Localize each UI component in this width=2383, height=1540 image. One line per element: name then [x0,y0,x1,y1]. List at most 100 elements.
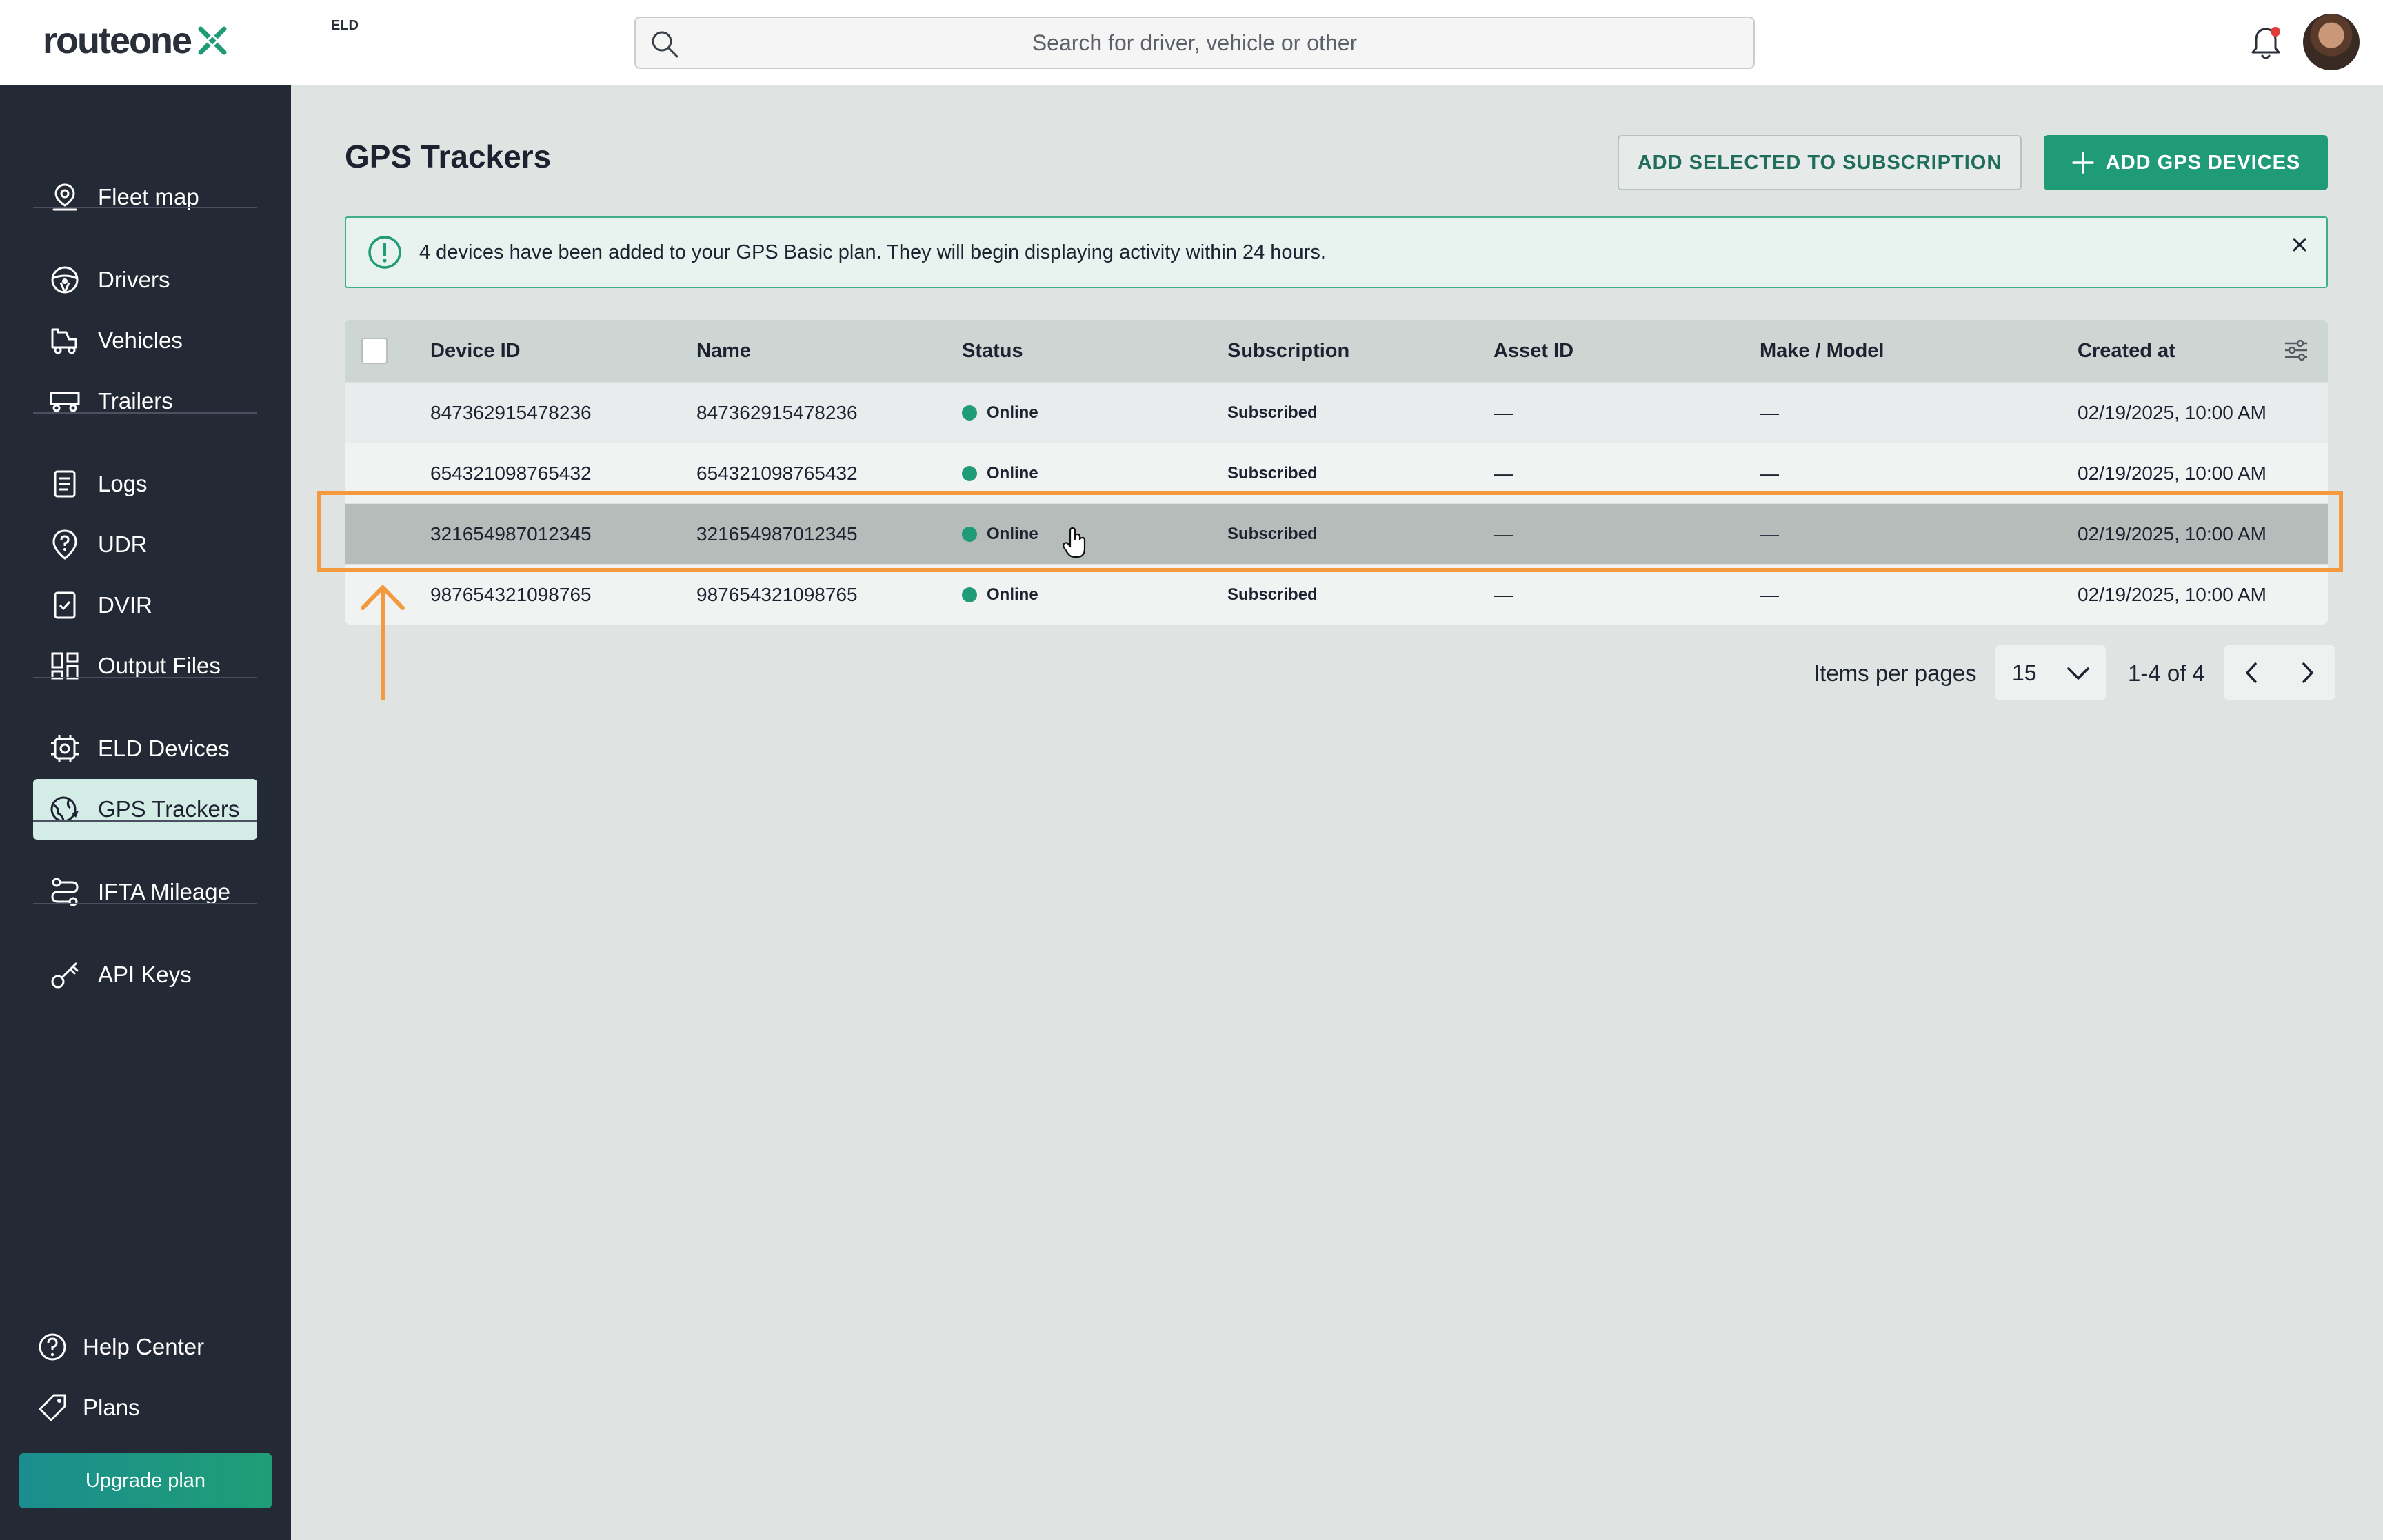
clipboard-icon [54,470,76,498]
notification-bell-icon[interactable] [2249,25,2282,62]
sidebar-item-help-center[interactable]: Help Center [19,1317,243,1377]
sidebar-item-label: Drivers [98,267,170,292]
column-header-asset-id[interactable]: Asset ID [1494,320,1573,382]
make-model-cell: — [1760,523,1779,545]
brand-logo[interactable]: routeone ELD [43,17,359,65]
sidebar-item-output-files[interactable]: Output Files [33,636,257,696]
status-online-dot [962,526,977,542]
created-at-cell: 02/19/2025, 10:00 AM [2078,462,2266,484]
sidebar-item-udr[interactable]: UDR [33,514,257,575]
add-gps-devices-label: ADD GPS DEVICES [2105,151,2301,174]
sidebar-item-label: Help Center [83,1334,205,1359]
sidebar-item-fleet-map[interactable]: Fleet map [33,167,257,227]
brand-name: routeone [43,20,192,61]
device-id-cell: 321654987012345 [430,523,592,545]
brand-badge: ELD [331,18,359,33]
sidebar-item-ifta-mileage[interactable]: IFTA Mileage [33,862,257,922]
sidebar-item-trailers[interactable]: Trailers [33,371,257,432]
device-id-cell: 847362915478236 [430,401,592,423]
subscription-label: Subscribed [1227,403,1318,422]
created-at-cell: 02/19/2025, 10:00 AM [2078,583,2266,605]
status-cell: Online [962,443,1038,503]
sidebar-item-label: UDR [98,531,148,557]
tag-icon [39,1394,66,1421]
gps-trackers-table: Device ID Name Status Subscription Asset… [345,320,2328,625]
column-header-subscription[interactable]: Subscription [1227,320,1349,382]
subscription-cell: Subscribed [1227,504,1318,564]
asset-id-cell: — [1494,462,1513,484]
make-model-cell: — [1760,401,1779,423]
sidebar-divider [33,820,257,822]
sidebar-item-vehicles[interactable]: Vehicles [33,310,257,371]
name-cell: 987654321098765 [696,583,858,605]
plus-icon [2072,152,2094,174]
next-page-button[interactable] [2280,645,2335,700]
status-cell: Online [962,565,1038,625]
search-bar[interactable] [634,17,1755,69]
table-header: Device ID Name Status Subscription Asset… [345,320,2328,382]
column-settings-icon[interactable] [2282,336,2310,364]
select-all-checkbox[interactable] [361,338,388,364]
add-selected-to-subscription-button[interactable]: ADD SELECTED TO SUBSCRIPTION [1618,135,2022,190]
table-row-highlighted[interactable]: 321654987012345 321654987012345 Online S… [345,503,2328,564]
name-cell: 654321098765432 [696,462,858,484]
sidebar-item-api-keys[interactable]: API Keys [33,944,257,1005]
status-online-dot [962,405,977,421]
sidebar-divider [33,677,257,678]
sidebar-item-label: Plans [83,1395,140,1420]
chevron-left-icon [2246,662,2257,683]
sidebar: Fleet map Drivers Vehicles Trailers Logs… [0,85,291,1540]
sidebar-item-eld-devices[interactable]: ELD Devices [33,718,257,779]
checklist-icon [54,591,76,619]
asset-id-cell: — [1494,583,1513,605]
arrow-up-annotation-icon [361,585,405,700]
table-row[interactable]: 847362915478236 847362915478236 Online S… [345,382,2328,443]
sidebar-item-gps-trackers[interactable]: GPS Trackers [33,779,257,840]
previous-page-button[interactable] [2224,645,2280,700]
add-gps-devices-button[interactable]: ADD GPS DEVICES [2044,135,2328,190]
subscription-label: Subscribed [1227,585,1318,604]
sidebar-divider [33,207,257,208]
name-cell: 847362915478236 [696,401,858,423]
chevron-right-icon [2302,662,2313,683]
sidebar-item-label: DVIR [98,592,152,618]
upgrade-plan-button[interactable]: Upgrade plan [19,1453,272,1508]
status-online-dot [962,465,977,481]
column-header-status[interactable]: Status [962,320,1023,382]
subscription-cell: Subscribed [1227,383,1318,443]
sidebar-item-dvir[interactable]: DVIR [33,575,257,636]
brand-mark-icon [198,26,227,55]
asset-id-cell: — [1494,523,1513,545]
search-input[interactable] [636,18,1753,68]
column-header-name[interactable]: Name [696,320,751,382]
column-header-created-at[interactable]: Created at [2078,320,2175,382]
sidebar-item-label: Logs [98,471,148,496]
name-cell: 321654987012345 [696,523,858,545]
table-row[interactable]: 987654321098765 987654321098765 Online S… [345,564,2328,625]
column-header-make-model[interactable]: Make / Model [1760,320,1884,382]
close-icon[interactable] [2288,233,2311,256]
subscription-label: Subscribed [1227,524,1318,543]
sidebar-divider [33,903,257,904]
sidebar-item-drivers[interactable]: Drivers [33,250,257,310]
created-at-cell: 02/19/2025, 10:00 AM [2078,401,2266,423]
items-per-page-select[interactable]: 15 [1995,645,2106,700]
sidebar-item-label: GPS Trackers [98,796,240,822]
sidebar-item-label: ELD Devices [98,736,230,761]
make-model-cell: — [1760,583,1779,605]
sidebar-item-logs[interactable]: Logs [33,454,257,514]
status-online-dot [962,587,977,602]
asset-id-cell: — [1494,401,1513,423]
table-row[interactable]: 654321098765432 654321098765432 Online S… [345,443,2328,503]
help-circle-icon [39,1333,66,1361]
info-exclamation-icon [368,236,401,269]
make-model-cell: — [1760,462,1779,484]
sidebar-item-plans[interactable]: Plans [19,1377,243,1438]
search-icon [652,31,678,58]
user-avatar[interactable] [2303,14,2360,70]
column-header-device-id[interactable]: Device ID [430,320,521,382]
subscription-label: Subscribed [1227,463,1318,483]
alert-message: 4 devices have been added to your GPS Ba… [419,241,1326,263]
top-bar: routeone ELD [0,0,2383,85]
items-per-page-value: 15 [2012,660,2037,685]
